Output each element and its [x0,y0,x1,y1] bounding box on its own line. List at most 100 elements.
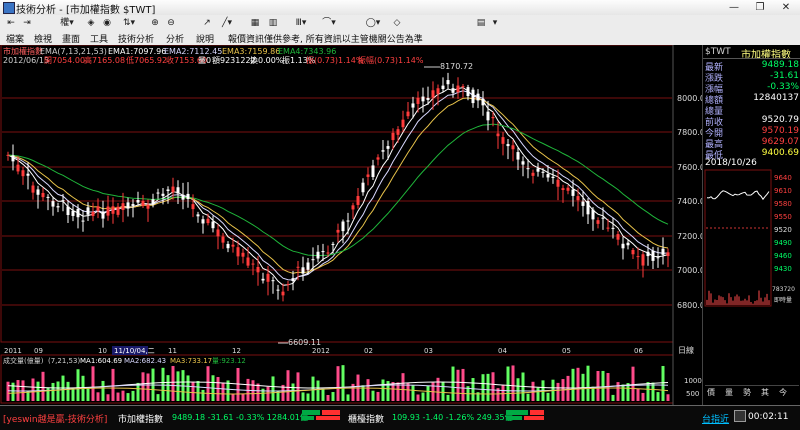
volume-bar [116,392,120,401]
menu-view[interactable]: 檢視 [34,32,52,45]
pointer-icon[interactable]: ↗ [200,16,214,30]
candle-body [141,201,145,206]
tool-b[interactable]: ◉ [100,16,114,30]
candle-body [346,220,350,222]
arc-tool[interactable]: ⌒▾ [318,16,340,30]
menu-help[interactable]: 說明 [196,32,214,45]
volume-bar [331,392,335,401]
quote-panel: $TWT 市加權指數 最新 9489.18 漲跌 -31.61 漲幅 -0.33% 總… [702,45,800,405]
zoom-in-icon[interactable]: ⊕ [148,16,162,30]
candle-body [616,234,620,240]
quote-row: 總量 [705,107,724,117]
volume-bar [436,377,440,401]
volume-bar [586,365,590,401]
bar-high: 高7165.08 [84,55,125,65]
mini-y-tick: 9640 [774,174,792,182]
volume-bar [206,366,210,401]
candle-body [161,193,165,196]
candle-body [516,152,520,160]
volume-bar [106,394,110,401]
candle-body [461,86,465,88]
x-label-06: 06 [634,347,643,355]
volume-bar [221,382,225,401]
volume-bar [231,394,235,401]
tab-today[interactable]: 今 [779,387,787,398]
y-tick-7400: 7400.0 [677,197,702,206]
tool-rights[interactable]: 權▾ [56,16,78,30]
menu-analysis[interactable]: 分析 [166,32,184,45]
line-tool[interactable]: ╱▾ [216,16,238,30]
tool-grid[interactable]: ▦ [248,16,262,30]
candle-body [401,119,405,128]
volume-bar [656,392,660,401]
minimize-button[interactable]: — [722,0,746,15]
tool-lines[interactable]: Ⅲ▾ [290,16,312,30]
tool-a[interactable]: ◈ [84,16,98,30]
menu-screen[interactable]: 畫面 [62,32,80,45]
volume-bar [416,394,420,401]
title-bar: 技術分析 - [市加權指數 $TWT] — ❐ ✕ [0,0,800,16]
maximize-button[interactable]: ❐ [748,0,772,15]
volume-bar [96,392,100,401]
vol-tick-500: 500 [686,390,699,398]
save-dropdown[interactable]: ▾ [490,16,500,30]
volume-bar [376,391,380,401]
menu-disclaimer: 報價資訊僅供參考, 所有資訊以主管機關公告為準 [228,35,423,45]
tab-price[interactable]: 價 [707,387,715,398]
tool-last[interactable]: ⇥ [20,16,34,30]
volume-bar [46,387,50,401]
candle-body [231,244,235,247]
clock-icon [734,410,746,422]
volume-bar [111,368,115,401]
intraday-chart[interactable]: 9640 9610 9580 9550 9520 9490 9460 9430 … [704,169,800,309]
candle-body [486,111,490,121]
candle-body [366,174,370,177]
price-chart[interactable]: 市加權指數 EMA(7,13,21,53) EMA1:7097.96 EMA2:… [0,45,702,405]
candle-body [426,97,430,100]
price-header-name: 市加權指數 [3,46,43,56]
x-label-09: 09 [34,347,43,355]
zoom-out-icon[interactable]: ⊖ [164,16,178,30]
volume-bar [311,376,315,401]
tab-trend[interactable]: 勢 [743,387,751,398]
circle-tool[interactable]: ◯▾ [362,16,384,30]
candle-body [106,206,110,216]
tab-volume[interactable]: 量 [725,387,733,398]
x-label-03: 03 [424,347,433,355]
volume-bar [71,387,75,401]
annotation-high: 8170.72 [440,62,473,71]
candle-body [491,116,495,119]
candle-body [626,242,630,246]
menu-technical[interactable]: 技術分析 [118,32,154,45]
menu-tools[interactable]: 工具 [90,32,108,45]
volume-bar [576,367,580,401]
close-button[interactable]: ✕ [774,0,798,15]
candle-body [636,256,640,258]
tab-other[interactable]: 其 [761,387,769,398]
candle-body [256,266,260,273]
futures-link[interactable]: 台指近 [702,412,729,425]
candle-body [501,137,505,144]
candle-body [631,249,635,255]
toolbar: ⇤ ⇥ 權▾ ◈ ◉ ⇅▾ ⊕ ⊖ ↗ ╱▾ ▦ ▥ Ⅲ▾ ⌒▾ ◯▾ ◇ ▤ … [0,15,800,32]
volume-bar [196,380,200,401]
quote-tabs: 價 量 勢 其 今 [705,385,799,398]
volume-bar [411,385,415,401]
tool-first[interactable]: ⇤ [4,16,18,30]
menu-file[interactable]: 檔案 [6,32,24,45]
volume-bar [451,366,455,401]
volume-bar [6,381,10,401]
candle-body [176,187,180,194]
app-icon [3,2,15,14]
tool-swap[interactable]: ⇅▾ [118,16,140,30]
diamond-tool[interactable]: ◇ [390,16,404,30]
candle-body [296,266,300,268]
candle-body [436,88,440,94]
bar-turnover: 換0.00% [250,55,284,65]
candle-body [351,205,355,210]
tool-bars[interactable]: ▥ [266,16,280,30]
save-icon[interactable]: ▤ [474,16,488,30]
candle-body [546,174,550,178]
quote-row: 最新 9489.18 [705,60,799,73]
mini-vol-label: 即時量 [774,296,792,304]
